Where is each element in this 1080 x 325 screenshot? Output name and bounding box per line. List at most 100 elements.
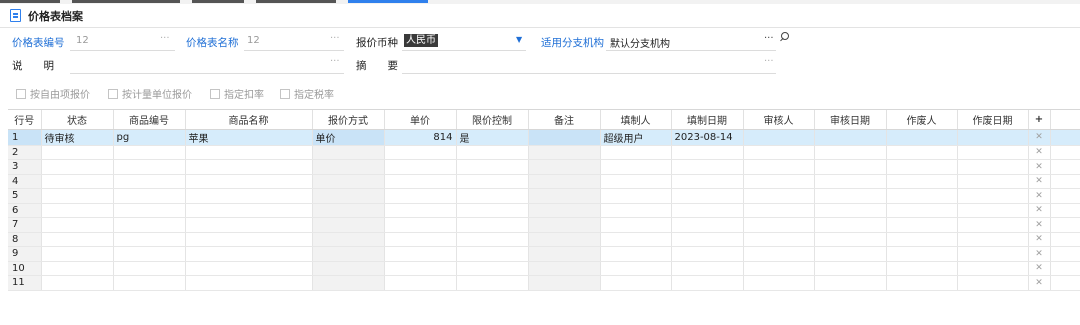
cell-voider[interactable] xyxy=(886,188,958,204)
cell-product-name[interactable] xyxy=(185,217,313,233)
delete-row-icon[interactable]: ✕ xyxy=(1028,232,1051,247)
branch-field[interactable]: 默认分支机构 xyxy=(610,35,670,50)
cell-void-date[interactable] xyxy=(957,203,1029,218)
checkbox-unit-pricing[interactable]: 按计量单位报价 xyxy=(108,86,192,101)
cell-status[interactable] xyxy=(41,217,114,233)
cell-unit-price[interactable] xyxy=(384,159,457,175)
cell-audit-date[interactable] xyxy=(814,203,887,218)
cell-audit-date[interactable] xyxy=(814,217,887,233)
cell-note[interactable] xyxy=(528,145,601,160)
cell-note[interactable] xyxy=(528,275,601,291)
cell-voider[interactable] xyxy=(886,275,958,291)
cell-maker[interactable] xyxy=(600,203,672,218)
summary-ellipsis-button[interactable]: ··· xyxy=(764,56,774,67)
col-header-auditor[interactable]: 审核人 xyxy=(743,110,815,130)
checkbox-free-item-pricing[interactable]: 按自由项报价 xyxy=(16,86,90,101)
cell-product-name[interactable] xyxy=(185,261,313,276)
cell-unit-price[interactable] xyxy=(384,188,457,204)
cell-make-date[interactable]: 2023-08-14 xyxy=(671,129,744,146)
col-header-product-name[interactable]: 商品名称 xyxy=(185,110,313,130)
cell-voider[interactable] xyxy=(886,232,958,247)
cell-status[interactable] xyxy=(41,275,114,291)
cell-price-limit[interactable]: 是 xyxy=(456,129,529,146)
cell-product-name[interactable] xyxy=(185,188,313,204)
cell-audit-date[interactable] xyxy=(814,159,887,175)
cell-quote-mode[interactable] xyxy=(312,217,385,233)
cell-maker[interactable] xyxy=(600,246,672,262)
col-header-product-code[interactable]: 商品编号 xyxy=(113,110,186,130)
cell-audit-date[interactable] xyxy=(814,246,887,262)
cell-auditor[interactable] xyxy=(743,203,815,218)
cell-status[interactable] xyxy=(41,261,114,276)
cell-audit-date[interactable] xyxy=(814,275,887,291)
delete-row-icon[interactable]: ✕ xyxy=(1028,203,1051,218)
cell-quote-mode[interactable] xyxy=(312,246,385,262)
checkbox-box[interactable] xyxy=(210,88,220,99)
cell-make-date[interactable] xyxy=(671,145,744,160)
table-row[interactable]: 6 ✕ xyxy=(8,203,1080,218)
col-header-void-date[interactable]: 作废日期 xyxy=(957,110,1029,130)
cell-void-date[interactable] xyxy=(957,174,1029,189)
cell-void-date[interactable] xyxy=(957,217,1029,233)
currency-select[interactable]: 人民币 xyxy=(404,34,438,47)
cell-unit-price[interactable] xyxy=(384,232,457,247)
currency-dropdown-icon[interactable]: ▼ xyxy=(516,35,522,44)
cell-voider[interactable] xyxy=(886,159,958,175)
cell-voider[interactable] xyxy=(886,261,958,276)
cell-note[interactable] xyxy=(528,159,601,175)
cell-status[interactable] xyxy=(41,174,114,189)
cell-voider[interactable] xyxy=(886,246,958,262)
cell-void-date[interactable] xyxy=(957,232,1029,247)
cell-price-limit[interactable] xyxy=(456,188,529,204)
cell-unit-price[interactable] xyxy=(384,261,457,276)
cell-void-date[interactable] xyxy=(957,246,1029,262)
cell-product-code[interactable] xyxy=(113,203,186,218)
cell-product-name[interactable] xyxy=(185,246,313,262)
cell-auditor[interactable] xyxy=(743,246,815,262)
cell-void-date[interactable] xyxy=(957,261,1029,276)
cell-make-date[interactable] xyxy=(671,174,744,189)
checkbox-box[interactable] xyxy=(108,88,118,99)
cell-product-code[interactable] xyxy=(113,275,186,291)
col-header-quote-mode[interactable]: 报价方式 xyxy=(312,110,385,130)
checkbox-discount-rate[interactable]: 指定扣率 xyxy=(210,86,264,101)
table-row[interactable]: 5 ✕ xyxy=(8,188,1080,204)
cell-unit-price[interactable] xyxy=(384,145,457,160)
cell-unit-price[interactable] xyxy=(384,174,457,189)
cell-voider[interactable] xyxy=(886,129,958,146)
cell-auditor[interactable] xyxy=(743,188,815,204)
col-header-unit-price[interactable]: 单价 xyxy=(384,110,457,130)
price-list-name-field[interactable]: 12 xyxy=(247,35,260,46)
cell-voider[interactable] xyxy=(886,217,958,233)
cell-maker[interactable] xyxy=(600,275,672,291)
cell-status[interactable]: 待审核 xyxy=(41,129,114,146)
tab-remnant-active[interactable] xyxy=(348,0,428,3)
cell-product-name[interactable] xyxy=(185,275,313,291)
cell-product-name[interactable] xyxy=(185,145,313,160)
col-header-voider[interactable]: 作废人 xyxy=(886,110,958,130)
cell-maker[interactable] xyxy=(600,145,672,160)
cell-status[interactable] xyxy=(41,203,114,218)
cell-product-code[interactable] xyxy=(113,159,186,175)
cell-unit-price[interactable] xyxy=(384,275,457,291)
delete-row-icon[interactable]: ✕ xyxy=(1028,261,1051,276)
table-row[interactable]: 9 ✕ xyxy=(8,246,1080,262)
table-row[interactable]: 3 ✕ xyxy=(8,159,1080,175)
cell-price-limit[interactable] xyxy=(456,145,529,160)
cell-quote-mode[interactable] xyxy=(312,261,385,276)
cell-audit-date[interactable] xyxy=(814,232,887,247)
cell-maker[interactable] xyxy=(600,217,672,233)
cell-voider[interactable] xyxy=(886,174,958,189)
cell-make-date[interactable] xyxy=(671,232,744,247)
cell-price-limit[interactable] xyxy=(456,261,529,276)
table-row[interactable]: 1 待审核 pg 苹果 单价 814 是 超级用户 2023-08-14 ✕ xyxy=(8,129,1080,146)
cell-make-date[interactable] xyxy=(671,217,744,233)
cell-audit-date[interactable] xyxy=(814,145,887,160)
cell-make-date[interactable] xyxy=(671,246,744,262)
cell-price-limit[interactable] xyxy=(456,246,529,262)
name-ellipsis-button[interactable]: ··· xyxy=(330,33,340,44)
checkbox-tax-rate[interactable]: 指定税率 xyxy=(280,86,334,101)
delete-row-icon[interactable]: ✕ xyxy=(1028,188,1051,204)
cell-product-name[interactable] xyxy=(185,174,313,189)
table-row[interactable]: 4 ✕ xyxy=(8,174,1080,189)
